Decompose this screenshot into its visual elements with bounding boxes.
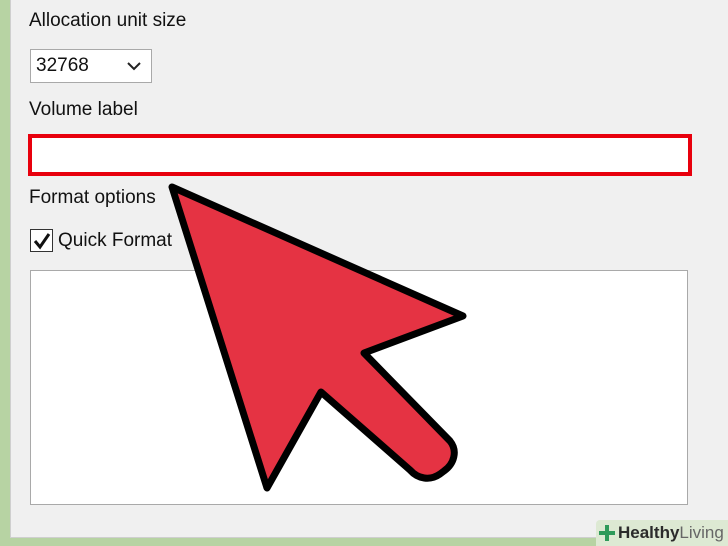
watermark-text-light: Living — [679, 523, 724, 542]
healthy-living-watermark: HealthyLiving — [596, 520, 728, 546]
plus-logo-icon — [599, 525, 615, 541]
arrow-cursor-icon — [168, 183, 467, 492]
watermark-text-bold: Healthy — [618, 523, 680, 542]
